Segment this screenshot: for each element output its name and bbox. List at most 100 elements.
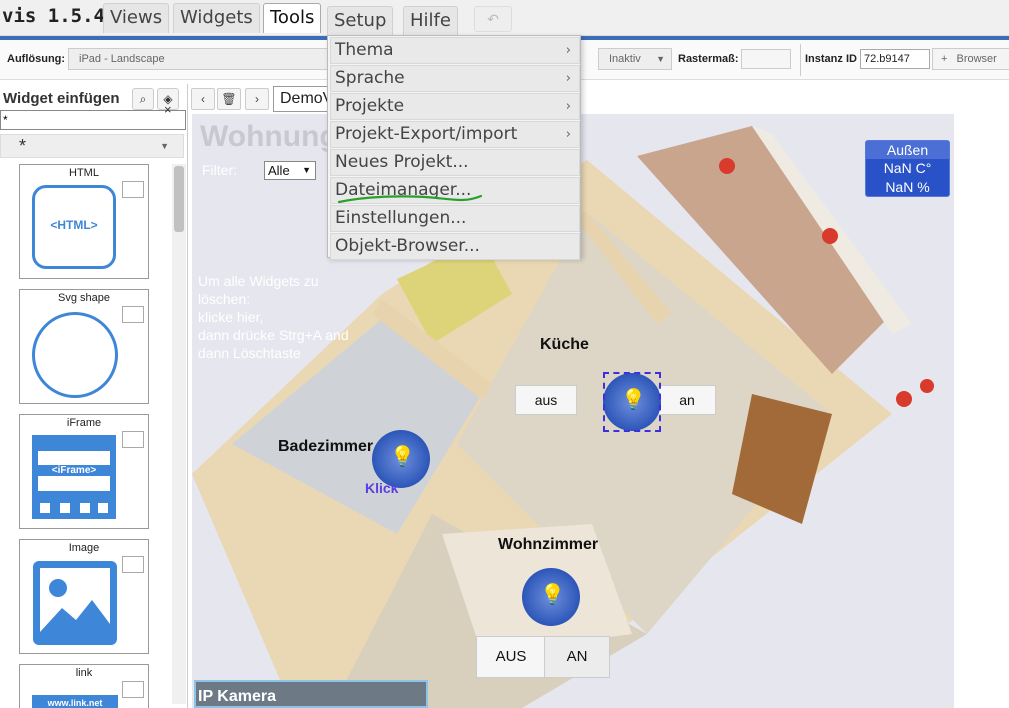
menu-item-label: Objekt-Browser... bbox=[335, 236, 480, 256]
undo-button[interactable]: ↶ bbox=[474, 6, 512, 32]
chevron-right-icon: › bbox=[255, 92, 259, 106]
raster-label: Rastermaß: bbox=[678, 53, 739, 65]
app-title: vis 1.5.4 bbox=[2, 5, 105, 27]
trash-icon: 🗑 bbox=[221, 92, 237, 106]
widget-card-link[interactable]: link www.link.net bbox=[19, 664, 149, 708]
menu-item-thema[interactable]: Thema › bbox=[330, 37, 580, 64]
tab-setup[interactable]: Setup bbox=[327, 6, 394, 36]
menu-bar: vis 1.5.4 Views Widgets Tools Setup Hilf… bbox=[0, 0, 1009, 36]
image-icon bbox=[122, 181, 144, 198]
close-icon[interactable]: × bbox=[164, 102, 172, 117]
tools-dropdown-menu: Thema › Sprache › Projekte › Projekt-Exp… bbox=[327, 35, 581, 260]
chevron-right-icon: › bbox=[565, 99, 571, 114]
menu-item-projekte[interactable]: Projekte › bbox=[330, 93, 580, 120]
menu-item-label: Neues Projekt... bbox=[335, 152, 469, 172]
iframe-preview-icon: <iFrame> bbox=[32, 435, 116, 519]
wohn-bulb-icon[interactable]: 💡 bbox=[522, 568, 580, 626]
menu-item-neues-projekt[interactable]: Neues Projekt... bbox=[330, 149, 580, 176]
panel-scroll-thumb[interactable] bbox=[174, 166, 184, 232]
tab-tools[interactable]: Tools bbox=[263, 3, 322, 33]
outside-temperature: NaN C° bbox=[883, 160, 932, 176]
widget-name: Image bbox=[68, 542, 100, 554]
widget-name: HTML bbox=[69, 167, 99, 179]
chevron-left-icon: ‹ bbox=[201, 92, 205, 106]
image-icon bbox=[122, 306, 144, 323]
chevron-down-icon: ▼ bbox=[160, 141, 169, 151]
chevron-right-icon: › bbox=[565, 127, 571, 142]
widget-set-value: * bbox=[19, 136, 27, 156]
prev-view-button[interactable]: ‹ bbox=[191, 88, 215, 110]
ip-camera-widget[interactable]: IP Kamera bbox=[194, 680, 428, 708]
iframe-preview-text: <iFrame> bbox=[38, 465, 110, 476]
plus-icon: + bbox=[941, 53, 948, 65]
menu-item-sprache[interactable]: Sprache › bbox=[330, 65, 580, 92]
inaktiv-select[interactable]: Inaktiv ▼ bbox=[598, 48, 672, 70]
browser-label: Browser bbox=[956, 53, 997, 65]
circle-shape-icon bbox=[32, 312, 118, 398]
view-select[interactable]: DemoView bbox=[273, 86, 333, 112]
filter-select[interactable]: Alle ▼ bbox=[264, 161, 316, 180]
wohn-aus-button[interactable]: AUS bbox=[476, 636, 546, 678]
lightbulb-icon: 💡 bbox=[540, 584, 565, 606]
filter-label: Filter: bbox=[202, 162, 237, 178]
annotation-underline bbox=[337, 194, 483, 204]
image-icon bbox=[122, 431, 144, 448]
link-preview-icon: www.link.net bbox=[32, 695, 118, 708]
outside-header: Außen bbox=[866, 141, 949, 159]
menu-item-projekt-export[interactable]: Projekt-Export/import › bbox=[330, 121, 580, 148]
chevron-right-icon: › bbox=[565, 71, 571, 86]
room-label-kueche: Küche bbox=[540, 336, 589, 353]
widget-card-html[interactable]: HTML <HTML> bbox=[19, 164, 149, 279]
menu-item-label: Projekt-Export/import bbox=[335, 124, 518, 144]
tab-views[interactable]: Views bbox=[103, 3, 170, 33]
widget-panel: Widget einfügen ⌕ ◈ * × * ▼ HTML <HTML> … bbox=[0, 84, 188, 708]
undo-icon: ↶ bbox=[487, 11, 499, 27]
delete-view-button[interactable]: 🗑 bbox=[217, 88, 241, 110]
link-preview-text: www.link.net bbox=[47, 698, 103, 708]
search-button[interactable]: ⌕ bbox=[132, 88, 154, 110]
widget-name: Svg shape bbox=[58, 292, 110, 304]
raster-input[interactable] bbox=[741, 49, 791, 69]
chevron-right-icon: › bbox=[565, 43, 571, 58]
vis-editor: vis 1.5.4 Views Widgets Tools Setup Hilf… bbox=[0, 0, 1009, 708]
inaktiv-value: Inaktiv bbox=[609, 53, 641, 65]
widget-set-select[interactable]: * ▼ bbox=[0, 134, 184, 158]
image-preview-icon bbox=[33, 561, 117, 645]
kueche-an-button[interactable]: an bbox=[658, 385, 716, 415]
instanz-label: Instanz ID bbox=[805, 53, 857, 65]
resolution-label: Auflösung: bbox=[7, 53, 66, 65]
outside-sensor-widget[interactable]: Außen NaN C° NaN % bbox=[865, 140, 950, 197]
wohn-an-button[interactable]: AN bbox=[544, 636, 610, 678]
chevron-down-icon: ▼ bbox=[656, 54, 665, 64]
image-icon bbox=[122, 556, 144, 573]
outside-humidity: NaN % bbox=[885, 179, 930, 195]
widget-card-image[interactable]: Image bbox=[19, 539, 149, 654]
menu-item-label: Projekte bbox=[335, 96, 405, 116]
menu-item-objekt-browser[interactable]: Objekt-Browser... bbox=[330, 233, 580, 260]
lightbulb-icon: 💡 bbox=[390, 446, 415, 468]
room-label-wohnzimmer: Wohnzimmer bbox=[498, 536, 599, 553]
browser-button[interactable]: + Browser bbox=[932, 48, 1009, 70]
widget-card-svg-shape[interactable]: Svg shape bbox=[19, 289, 149, 404]
page-title: Wohnung bbox=[200, 120, 338, 153]
widget-card-iframe[interactable]: iFrame <iFrame> bbox=[19, 414, 149, 529]
panel-scrollbar[interactable] bbox=[172, 164, 186, 704]
widget-filter-input[interactable]: * bbox=[0, 110, 186, 130]
toolbar-divider bbox=[800, 44, 801, 76]
delete-hint-text[interactable]: Um alle Widgets zu löschen: klicke hier,… bbox=[198, 272, 368, 362]
klick-label[interactable]: Klick bbox=[365, 480, 398, 496]
next-view-button[interactable]: › bbox=[245, 88, 269, 110]
html-preview-text: <HTML> bbox=[50, 218, 98, 232]
tab-hilfe[interactable]: Hilfe bbox=[403, 6, 458, 36]
instanz-input[interactable]: 72.b9147 bbox=[860, 49, 930, 69]
room-label-badezimmer: Badezimmer bbox=[278, 438, 374, 455]
kueche-aus-button[interactable]: aus bbox=[515, 385, 577, 415]
selection-outline bbox=[603, 372, 661, 432]
menu-item-einstellungen[interactable]: Einstellungen... bbox=[330, 205, 580, 232]
tab-widgets[interactable]: Widgets bbox=[173, 3, 260, 33]
widget-name: iFrame bbox=[66, 417, 102, 429]
resolution-select[interactable]: iPad - Landscape bbox=[68, 48, 330, 70]
search-icon: ⌕ bbox=[139, 92, 147, 106]
menu-item-label: Sprache bbox=[335, 68, 405, 88]
panel-title: Widget einfügen bbox=[3, 90, 120, 107]
